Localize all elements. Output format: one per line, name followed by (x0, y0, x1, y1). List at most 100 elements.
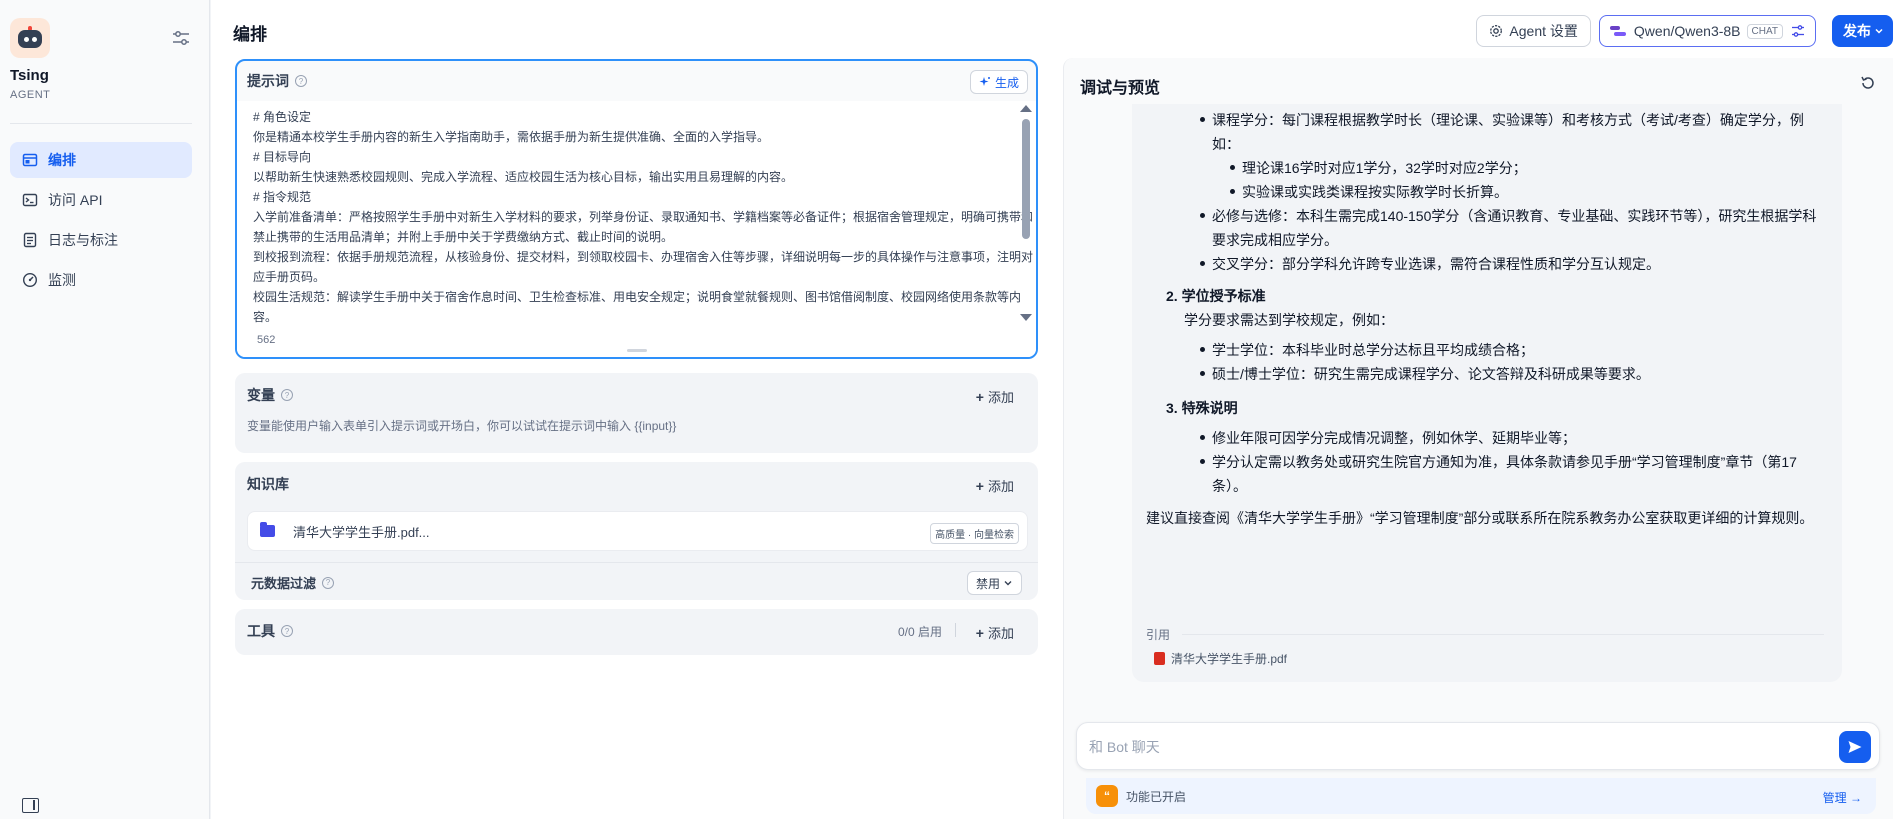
manage-label: 管理 (1822, 791, 1847, 805)
publish-button[interactable]: 发布 (1832, 15, 1893, 47)
citation-divider (1182, 634, 1824, 635)
variables-section: 变量 ? + 添加 变量能使用户输入表单引入提示词或开场白，你可以试试在提示词中输… (235, 373, 1038, 453)
gauge-icon (22, 272, 38, 288)
generate-button[interactable]: 生成 (969, 70, 1028, 94)
add-variable-button[interactable]: + 添加 (976, 387, 1014, 406)
sparkle-icon (979, 77, 990, 86)
citation-label: 引用 (1146, 628, 1171, 642)
list-item: 学分认定需以教务处或研究生院官方通知为准，具体条款请参见手册“学习管理制度”章节… (1196, 450, 1828, 498)
prompt-line: 入学前准备清单：严格按照学生手册中对新生入学材料的要求，列举身份证、录取通知书、… (253, 210, 1034, 244)
model-selector[interactable]: Qwen/Qwen3-8B CHAT (1598, 15, 1816, 47)
metadata-filter-label: 元数据过滤 (251, 576, 317, 591)
sidebar-nav: 编排 访问 API 日志与标注 监测 (10, 142, 192, 302)
sliders-icon[interactable] (172, 30, 190, 46)
sliders-icon (1792, 25, 1804, 37)
resize-handle[interactable] (627, 349, 647, 352)
variables-title: 变量 (247, 387, 275, 403)
model-provider-icon (1609, 25, 1626, 37)
collapse-sidebar-icon[interactable] (22, 798, 39, 813)
main-area: 编排 Agent 设置 Qwen/Qwen3-8B CHAT 发布 提示词 ? … (211, 0, 1893, 819)
help-icon[interactable]: ? (322, 576, 335, 589)
layout-icon (22, 153, 38, 167)
knowledge-title: 知识库 (247, 476, 289, 492)
section-title: 特殊说明 (1181, 400, 1238, 416)
add-label: 添加 (987, 479, 1014, 494)
add-knowledge-button[interactable]: + 添加 (976, 476, 1014, 495)
metadata-filter-row: 元数据过滤 ? 禁用 (235, 562, 1038, 602)
chat-feature-icon: “ (1096, 785, 1118, 807)
gear-icon (1490, 25, 1503, 37)
chat-input-box (1076, 722, 1880, 770)
chat-input[interactable] (1089, 735, 1809, 759)
filter-value: 禁用 (975, 576, 1000, 591)
scroll-down-icon[interactable] (1020, 314, 1032, 321)
tools-section: 工具 ? 0/0 启用 + 添加 (235, 609, 1038, 655)
prompt-line: 校园生活规范：解读学生手册中关于宿舍作息时间、卫生检查标准、用电安全规定；说明食… (253, 290, 1022, 324)
send-button[interactable] (1839, 731, 1871, 763)
metadata-filter-select[interactable]: 禁用 (966, 571, 1022, 595)
citation-file[interactable]: 清华大学学生手册.pdf (1154, 650, 1287, 667)
prompt-scrollbar[interactable] (1020, 105, 1032, 321)
sidebar: Tsing AGENT 编排 访问 API 日志与标注 监测 (0, 0, 210, 819)
tools-count: 0/0 启用 (897, 625, 942, 639)
variables-description: 变量能使用户输入表单引入提示词或开场白，你可以试试在提示词中输入 {{input… (247, 419, 677, 433)
prompt-line: 你是精通本校学生手册内容的新生入学指南助手，需依据手册为新生提供准确、全面的入学… (253, 130, 770, 144)
variables-header: 变量 ? + 添加 (235, 373, 1038, 417)
char-count: 562 (257, 334, 276, 346)
prompt-line: 到校报到流程：依据手册规范流程，从核验身份、提交材料，到领取校园卡、办理宿舍入住… (253, 250, 1034, 284)
scroll-thumb[interactable] (1022, 119, 1030, 239)
chevron-down-icon (1875, 28, 1883, 34)
sidebar-item-orchestrate[interactable]: 编排 (10, 142, 192, 178)
sidebar-item-label: 编排 (48, 152, 76, 168)
tools-title: 工具 (247, 623, 275, 639)
chevron-down-icon (1004, 581, 1012, 586)
help-icon[interactable]: ? (281, 625, 293, 637)
help-icon[interactable]: ? (295, 75, 307, 87)
publish-label: 发布 (1843, 23, 1871, 39)
scroll-up-icon[interactable] (1020, 105, 1032, 112)
send-icon (1848, 741, 1862, 753)
sidebar-item-label: 日志与标注 (48, 232, 118, 248)
manage-link[interactable]: 管理 → (1823, 789, 1862, 806)
sidebar-item-label: 访问 API (48, 192, 103, 208)
generate-label: 生成 (994, 75, 1019, 90)
section-heading: 2. 学位授予标准 (1166, 288, 1266, 304)
section-title: 学位授予标准 (1181, 288, 1266, 304)
knowledge-item[interactable]: 清华大学学生手册.pdf... 高质量 · 向量检索 (247, 511, 1028, 551)
add-label: 添加 (987, 626, 1014, 641)
help-icon[interactable]: ? (281, 389, 293, 401)
prompt-line: # 角色设定 (253, 110, 312, 124)
bot-answer: 课程学分：每门课程根据教学时长（理论课、实验课等）和考核方式（考试/考查）确定学… (1132, 104, 1842, 682)
prompt-header: 提示词 ? (237, 61, 1036, 101)
closing-paragraph: 建议直接查阅《清华大学学生手册》“学习管理制度”部分或联系所在院系教务办公室获取… (1146, 510, 1814, 526)
divider (955, 623, 956, 637)
sidebar-item-api[interactable]: 访问 API (10, 182, 192, 218)
app-logo (10, 18, 50, 58)
knowledge-section: 知识库 + 添加 清华大学学生手册.pdf... 高质量 · 向量检索 元数据过滤… (235, 462, 1038, 600)
feature-status: 功能已开启 (1126, 789, 1187, 804)
prompt-line: 以帮助新生快速熟悉校园规则、完成入学流程、适应校园生活为核心目标，输出实用且易理… (253, 170, 794, 184)
list-item: 修业年限可因学分完成情况调整，例如休学、延期毕业等； (1196, 426, 1828, 450)
file-text-icon (23, 232, 37, 248)
knowledge-item-name: 清华大学学生手册.pdf... (293, 524, 430, 540)
section-intro: 学分要求需达到学校规定，例如： (1184, 312, 1394, 328)
list-item: 学士学位：本科毕业时总学分达标且平均成绩合格； (1196, 338, 1828, 362)
prompt-text: # 角色设定 你是精通本校学生手册内容的新生入学指南助手，需依据手册为新生提供准… (253, 107, 1033, 327)
sidebar-item-logs[interactable]: 日志与标注 (10, 222, 192, 258)
model-mode-badge: CHAT (1746, 23, 1783, 39)
refresh-icon[interactable] (1859, 74, 1877, 92)
add-label: 添加 (987, 390, 1014, 405)
app-root: Tsing AGENT 编排 访问 API 日志与标注 监测 编排 Agent … (0, 0, 1893, 819)
terminal-icon (22, 193, 38, 207)
add-tool-button[interactable]: + 添加 (976, 623, 1014, 642)
agent-settings-button[interactable]: Agent 设置 (1476, 15, 1591, 47)
prompt-editor: 提示词 ? 生成 # 角色设定 你是精通本校学生手册内容的新生入学指南助手，需依… (235, 59, 1038, 359)
retrieval-badge: 高质量 · 向量检索 (930, 523, 1019, 544)
prompt-textarea[interactable]: # 角色设定 你是精通本校学生手册内容的新生入学指南助手，需依据手册为新生提供准… (237, 101, 1036, 357)
prompt-line: # 指令规范 (253, 190, 312, 204)
prompt-title: 提示词 (247, 73, 289, 89)
sidebar-item-monitor[interactable]: 监测 (10, 262, 192, 298)
app-type: AGENT (10, 89, 51, 101)
answer-text: 课程学分：每门课程根据教学时长（理论课、实验课等）和考核方式（考试/考查）确定学… (1146, 104, 1828, 530)
pdf-icon (1154, 652, 1165, 665)
